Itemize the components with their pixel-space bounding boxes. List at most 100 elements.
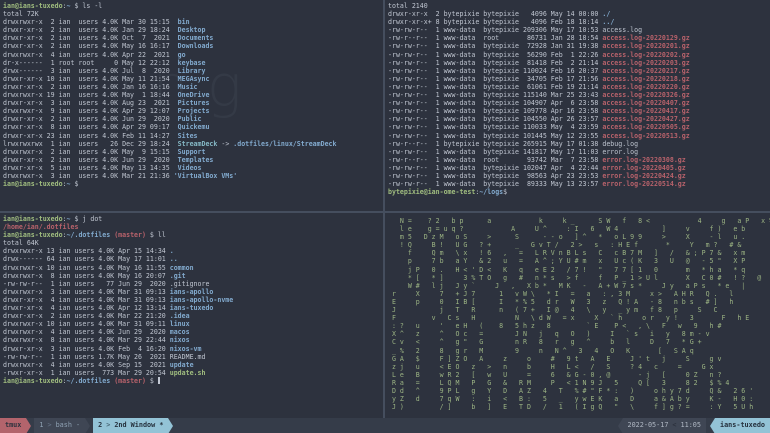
terminal-text-segment: -rw-rw-r-- 1 www-data bytepixie 98563 Ap… — [388, 172, 602, 180]
terminal-line: l e g = u q ? A U ^ : I 6 W 4 ] v f ) e … — [388, 225, 770, 233]
terminal-text-segment: access.log-20220201.gz — [602, 42, 689, 50]
terminal-line: L e B w R 2 [ w U = 6 & G - 0 , @ - j [ … — [388, 371, 770, 379]
terminal-text-segment: $ ls -l — [71, 2, 103, 10]
terminal-text-segment: access.log-20220505.gz — [602, 123, 689, 131]
terminal-text-segment: ians-apollo — [170, 288, 214, 296]
terminal-text-segment: common — [170, 264, 194, 272]
terminal-text-segment: drwxr-xr-x 2 ian users 4.0K Mar 22 21:20 — [3, 312, 170, 320]
terminal-text-segment: drwxr-xr-x 2 ian users 4.0K Jan 29 18:24 — [3, 26, 178, 34]
terminal-text-segment: ian@ians-tuxedo — [3, 377, 63, 385]
terminal-line: drwxrwxr-x 8 ian users 4.0K May 16 20:07… — [3, 272, 386, 280]
terminal-line: -rw-rw-r-- 1 www-data bytepixie 109778 A… — [388, 107, 770, 115]
status-time: 11:05 — [681, 418, 701, 433]
terminal-line: drwxr-xr-x 2 ian users 4.0K Jan 29 18:24… — [3, 26, 386, 34]
status-hostname: ians-tuxedo — [715, 418, 770, 433]
terminal-text-segment: update — [170, 361, 194, 369]
pane-divider-horizontal[interactable] — [0, 211, 770, 213]
terminal-text-segment: error.log-20220514.gz — [602, 180, 685, 188]
terminal-pane-top-left[interactable]: ian@ians-tuxedo:~ $ ls -ltotal 72Kdrwxrw… — [0, 0, 386, 213]
terminal-text-segment: Templates — [178, 156, 214, 164]
terminal-text-segment: linux — [170, 320, 190, 328]
terminal-text-segment: drwxrwxr-x 4 ian users 4.0K Sep 15 2021 — [3, 361, 170, 369]
terminal-text-segment: -rw-rw-r-- 1 www-data bytepixie 34705 Fe… — [388, 75, 602, 83]
terminal-line: -rw-rw-r-- 1 www-data bytepixie 209306 M… — [388, 26, 770, 34]
terminal-line: drwxrwxr-x 10 ian users 4.0K May 16 11:5… — [3, 264, 386, 272]
terminal-text-segment: access.log-20220513.gz — [602, 132, 689, 140]
terminal-line: drwx------ 3 ian users 4.0K Jul 8 2020 L… — [3, 67, 386, 75]
terminal-text-segment: . — [170, 247, 174, 255]
terminal-line: -rw-rw-r-- 1 www-data bytepixie 56290 Fe… — [388, 51, 770, 59]
terminal-line: drwxr-xr-x 8 ian users 4.0K Apr 29 09:17… — [3, 123, 386, 131]
terminal-line: -rw-rw-r-- 1 www-data bytepixie 110024 F… — [388, 67, 770, 75]
terminal-line: drwxr-xr-x 2 ian users 4.0K Jun 29 2020 … — [3, 156, 386, 164]
terminal-text-segment: D d ^ 9 P L g Y D A Z 4 T % # " F * : ) … — [388, 387, 753, 395]
terminal-text-segment: -rw-rw-r-- 1 www-data bytepixie 72928 Ja… — [388, 42, 602, 50]
terminal-line: ian@ians-tuxedo:~ $ ls -l — [3, 2, 386, 10]
terminal-text-segment: Support — [178, 148, 206, 156]
terminal-text-segment: -rw-rw-r-- 1 www-data bytepixie 89333 Ma… — [388, 180, 602, 188]
terminal-line: drwxrwxr-x 19 ian users 4.0K May 1 18:44… — [3, 91, 386, 99]
terminal-pane-bottom-right[interactable]: N = ? 2 b p a k k _ S W f 8 < 4 g a P x … — [385, 213, 770, 422]
terminal-line: drwxr-xr-x 2 ian users 4.0K Jan 16 16:16… — [3, 83, 386, 91]
terminal-text-segment: drwxr-xr-x 10 ian users 4.0K May 11 21:5… — [3, 75, 178, 83]
terminal-line: -rw-rw-r-- 1 ian users 1.7K May 26 2021 … — [3, 353, 386, 361]
terminal-text-segment: drwxrwxr-x 10 ian users 4.0K Mar 31 09:1… — [3, 320, 170, 328]
terminal-text-segment: J j T R n ( 7 + I @ 4 \ y _ y m f 8 p S … — [388, 306, 718, 314]
terminal-text-segment: drwxr-xr-x 8 ian users 4.0K Apr 29 09:17 — [3, 123, 178, 131]
terminal-text-segment: r X 7 + J 7 1 v W \ * I = a : , 3 M x > … — [388, 290, 733, 298]
terminal-text-segment: -rw-rw-r-- 1 www-data bytepixie 81418 Fe… — [388, 59, 602, 67]
terminal-pane-bottom-left[interactable]: ian@ians-tuxedo:~ $ j dot/home/ian/.dotf… — [0, 213, 386, 420]
terminal-text-segment: ian@ians-tuxedo — [3, 180, 63, 188]
terminal-text-segment: drwxr-xr-x 2 ian users 4.0K Jun 29 2020 — [3, 115, 178, 123]
terminal-text-segment: drwxr-xr-x 2 ian users 4.0K May 16 16:17 — [3, 42, 178, 50]
terminal-text-segment: F v C s H N \ d W = x X ` h o r y ! 3 F … — [388, 314, 749, 322]
terminal-text-segment: drwxr-xr-x 23 ian users 4.0K Feb 11 14:2… — [3, 132, 178, 140]
terminal-line: drwxr-xr-x 2 ian users 4.0K Mar 22 21:20… — [3, 312, 386, 320]
terminal-text-segment: ~/.dotfiles — [67, 231, 111, 239]
terminal-text-segment: go — [178, 51, 186, 59]
terminal-line: f Q m \ x ! 6 , = L R V n B L s C c B 7 … — [388, 249, 770, 257]
terminal-text-segment: drwxr-xr-x+ 8 bytepixie bytepixie 4096 F… — [388, 18, 602, 26]
terminal-text-segment: -rw-r--r-- 1 bytepixie bytepixie 265915 … — [388, 140, 638, 148]
terminal-text-segment: C v < ^ g " G n R 8 r g ^ b l D 7 * G + — [388, 338, 702, 346]
terminal-text-segment: access.log-20220218.gz — [602, 75, 689, 83]
terminal-text-segment: -rw-rw-r-- 1 www-data bytepixie 115140 M… — [388, 91, 602, 99]
text-cursor — [158, 377, 160, 384]
terminal-text-segment: drwxrwxr-x 2 ian users 4.0K Mar 30 15:15 — [3, 18, 178, 26]
terminal-line: lrwxrwxrwx 1 ian users 26 Dec 29 18:24 S… — [3, 140, 386, 148]
terminal-line: E p 0 I B [ I * % 5 d r W 3 z Q ! A - 8 … — [388, 298, 770, 306]
terminal-text-segment: MEGAsync — [178, 75, 210, 83]
terminal-line: -rw-rw-r-- 1 www-data bytepixie 89333 Ma… — [388, 180, 770, 188]
terminal-text-segment: drwxrwxr-x 19 ian users 4.0K May 1 18:44 — [3, 91, 178, 99]
terminal-line: ! Q B ! U G ? + _ G v T / 2 > s : H E f … — [388, 241, 770, 249]
terminal-text-segment: /home/ian/.dotfiles — [3, 223, 78, 231]
terminal-text-segment: X ^ z ^ O c = J N j q O ) I ` s i y 8 m … — [388, 330, 710, 338]
terminal-text-segment: access.log-20220326.gz — [602, 91, 689, 99]
terminal-text-segment: -rwxr-xr-x 1 ian users 773 Mar 29 20:54 — [3, 369, 170, 377]
terminal-text-segment: access.log-20220407.gz — [602, 99, 689, 107]
terminal-line: F v C s H N \ d W = x X ` h o r y ! 3 F … — [388, 314, 770, 322]
terminal-text-segment: z j u < E O z > n b H L < / S ? 4 c = G … — [388, 363, 714, 371]
terminal-line: drwxrwxr-x 4 ian users 4.0K Jun 29 2020 … — [3, 328, 386, 336]
tmux-window-2[interactable]: 2>2nd Window * — [93, 418, 168, 433]
terminal-text-segment: j P 0 . H < ' D < K q e E 2 / 7 ! " 7 7 … — [388, 266, 745, 274]
pane-divider-vertical[interactable] — [383, 0, 385, 418]
terminal-line: r X 7 + J 7 1 v W \ * I = a : , 3 M x > … — [388, 290, 770, 298]
terminal-text-segment: $ j dot — [71, 215, 103, 223]
terminal-text-segment: Projects — [178, 107, 210, 115]
terminal-line: ian@ians-tuxedo:~ $ — [3, 180, 386, 188]
status-bar-right: 2022-05-17 < 11:05 ians-tuxedo — [618, 418, 770, 433]
terminal-text-segment: lrwxrwxrwx 1 ian users 26 Dec 29 18:24 — [3, 140, 178, 148]
tmux-window-1[interactable]: 1>bash - — [34, 418, 85, 433]
terminal-pane-top-right[interactable]: total 2140drwxr-xr-x 2 bytepixie bytepix… — [385, 0, 770, 213]
terminal-text-segment: drwxrwxr-x 8 ian users 4.0K May 16 20:07 — [3, 272, 170, 280]
terminal-text-segment: access.log-20220202.gz — [602, 51, 689, 59]
terminal-text-segment: Quickemu — [178, 123, 210, 131]
terminal-line: N = ? 2 b p a k k _ S W f 8 < 4 g a P x … — [388, 217, 770, 225]
terminal-text-segment: .git — [170, 272, 186, 280]
terminal-line: m 5 D z M o S > S - - o ] ^ * o L 9 9 > … — [388, 233, 770, 241]
terminal-line: -rw-rw-r-- 1 www-data bytepixie 61061 Fe… — [388, 83, 770, 91]
terminal-line: drwxr-xr-x 2 ian users 4.0K Jun 29 2020 … — [3, 115, 386, 123]
terminal-text-segment: $ — [503, 188, 507, 196]
terminal-text-segment: m 5 D z M o S > S - - o ] ^ * o L 9 9 > … — [388, 233, 745, 241]
